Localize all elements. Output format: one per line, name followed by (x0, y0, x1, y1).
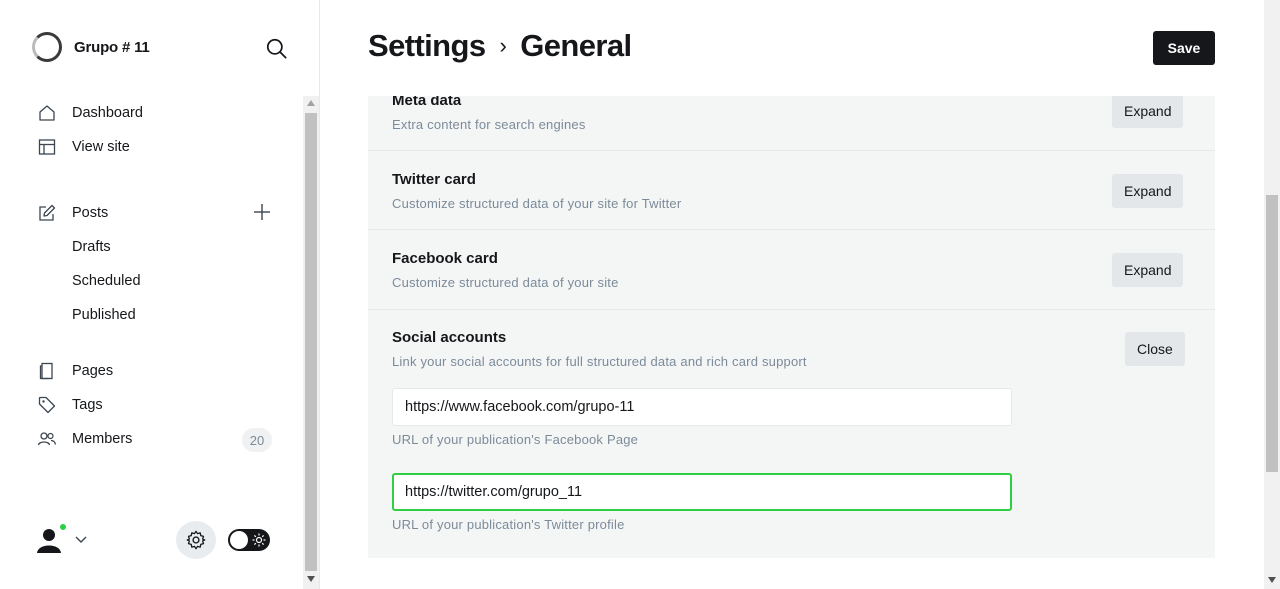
theme-toggle[interactable] (228, 529, 270, 551)
sidebar-item-label: Scheduled (72, 273, 141, 289)
sidebar-item-label: View site (72, 139, 130, 155)
sidebar-item-label: Pages (72, 363, 114, 379)
section-social-accounts: Social accounts Link your social account… (368, 310, 1215, 558)
section-title: Meta data (392, 96, 462, 109)
breadcrumb: Settings › General (368, 28, 632, 64)
sidebar-item-label: Dashboard (72, 105, 143, 121)
section-description: Extra content for search engines (392, 117, 586, 132)
facebook-url-hint: URL of your publication's Facebook Page (392, 432, 639, 447)
scroll-down-icon[interactable] (307, 576, 315, 582)
close-button[interactable]: Close (1125, 332, 1185, 366)
facebook-url-input[interactable] (392, 388, 1012, 426)
settings-sections: Meta data Extra content for search engin… (368, 96, 1215, 589)
sidebar-item-label: Published (72, 307, 136, 323)
page-scrollbar[interactable] (1264, 0, 1280, 589)
section-title: Social accounts (392, 329, 507, 346)
layout-icon (36, 136, 58, 158)
sidebar-item-members[interactable]: Members 20 (36, 425, 276, 453)
expand-button[interactable]: Expand (1112, 253, 1184, 287)
sidebar-item-pages[interactable]: Pages (36, 357, 276, 385)
breadcrumb-separator: › (499, 33, 507, 58)
home-icon (36, 102, 58, 124)
sidebar: Grupo # 11 Dashboard View site Posts Dra… (0, 0, 320, 589)
sidebar-item-label: Members (72, 431, 133, 447)
breadcrumb-settings[interactable]: Settings (368, 28, 486, 64)
avatar (32, 522, 68, 556)
chevron-down-icon[interactable] (74, 532, 88, 546)
search-icon[interactable] (264, 36, 290, 62)
sidebar-item-view-site[interactable]: View site (36, 133, 276, 161)
brand[interactable]: Grupo # 11 (32, 32, 150, 62)
scroll-up-icon[interactable] (307, 100, 315, 106)
sidebar-scrollbar[interactable] (303, 96, 319, 589)
page-scrollbar-thumb[interactable] (1266, 195, 1278, 472)
edit-icon (36, 202, 58, 224)
twitter-url-hint: URL of your publication's Twitter profil… (392, 517, 625, 532)
sidebar-item-tags[interactable]: Tags (36, 391, 276, 419)
toggle-knob (230, 531, 248, 549)
sidebar-item-published[interactable]: Published (72, 301, 303, 329)
section-meta-data: Meta data Extra content for search engin… (368, 96, 1215, 151)
tag-icon (36, 394, 58, 416)
members-count-badge: 20 (242, 428, 272, 452)
section-description: Link your social accounts for full struc… (392, 354, 807, 369)
section-facebook-card: Facebook card Customize structured data … (368, 230, 1215, 310)
sidebar-item-scheduled[interactable]: Scheduled (72, 267, 303, 295)
sidebar-item-posts[interactable]: Posts (36, 199, 276, 227)
save-button[interactable]: Save (1153, 31, 1215, 65)
site-name: Grupo # 11 (74, 38, 150, 56)
sidebar-item-label: Drafts (72, 239, 111, 255)
gear-icon[interactable] (176, 521, 216, 559)
section-description: Customize structured data of your site (392, 275, 619, 290)
main-content: Settings › General Save Meta data Extra … (320, 0, 1264, 589)
section-title: Facebook card (392, 250, 498, 267)
pages-icon (36, 360, 58, 382)
plus-icon[interactable] (250, 200, 274, 224)
brand-logo-icon (32, 32, 62, 62)
sidebar-scrollbar-thumb[interactable] (305, 113, 317, 571)
sun-icon (252, 533, 266, 547)
twitter-url-input[interactable] (392, 473, 1012, 511)
page-title: General (520, 28, 632, 63)
section-twitter-card: Twitter card Customize structured data o… (368, 151, 1215, 230)
sidebar-item-label: Tags (72, 397, 103, 413)
scroll-down-icon[interactable] (1268, 577, 1276, 583)
expand-button[interactable]: Expand (1112, 174, 1184, 208)
sidebar-nav: Dashboard View site Posts Drafts Schedul… (0, 96, 303, 589)
section-description: Customize structured data of your site f… (392, 196, 682, 211)
user-menu[interactable] (32, 522, 88, 556)
sidebar-item-label: Posts (72, 205, 109, 221)
sidebar-item-dashboard[interactable]: Dashboard (36, 99, 276, 127)
online-status-dot (58, 522, 68, 532)
expand-button[interactable]: Expand (1112, 96, 1184, 128)
section-title: Twitter card (392, 171, 476, 188)
members-icon (36, 428, 58, 450)
sidebar-item-drafts[interactable]: Drafts (72, 233, 303, 261)
